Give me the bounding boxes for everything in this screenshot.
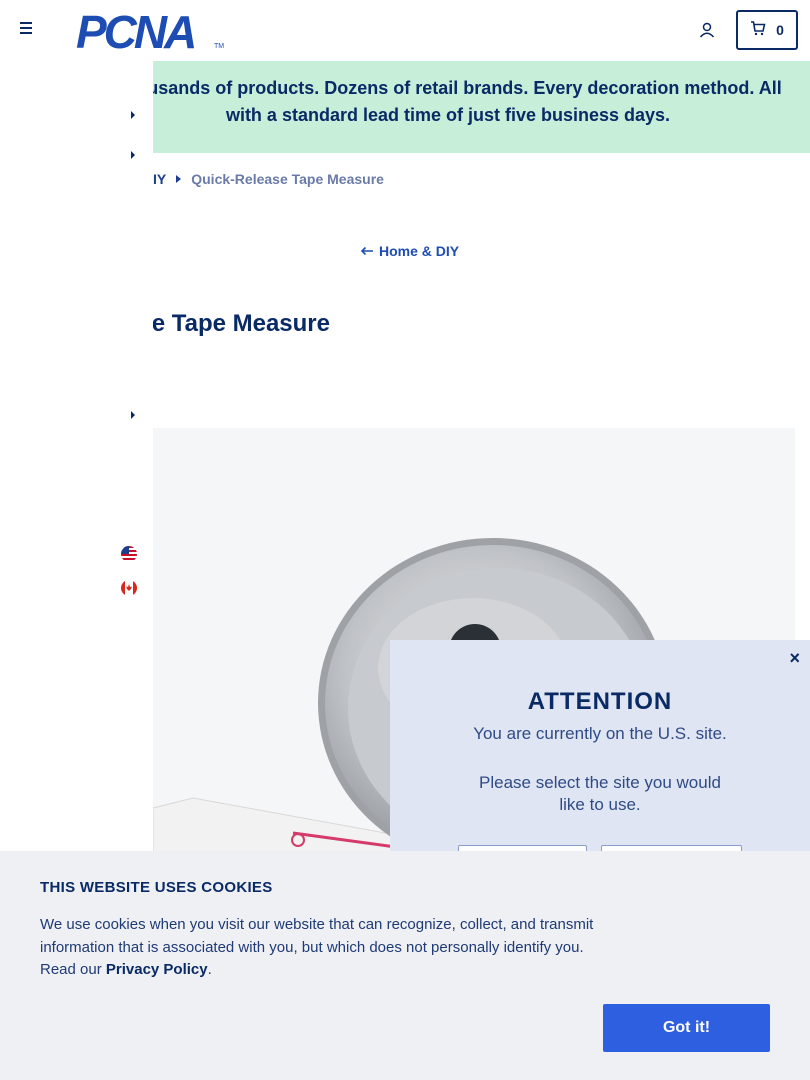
svg-text:TM: TM (214, 43, 224, 50)
cookie-text-end: . (207, 961, 212, 978)
promo-banner: Thousands of products. Dozens of retail … (153, 61, 810, 153)
cart-count: 0 (776, 22, 784, 38)
attention-title: ATTENTION (527, 688, 673, 715)
us-flag-icon[interactable] (121, 546, 137, 562)
cookie-title: THIS WEBSITE USES COOKIES (40, 879, 273, 896)
caret-right-icon[interactable] (129, 407, 137, 419)
caret-right-icon (176, 175, 182, 183)
cookie-banner: THIS WEBSITE USES COOKIES We use cookies… (0, 851, 810, 1080)
product-title: ase Tape Measure (153, 310, 553, 338)
caret-right-icon[interactable] (129, 107, 137, 119)
canada-flag-icon[interactable] (121, 580, 137, 596)
back-link[interactable]: Home & DIY (360, 243, 459, 259)
accept-cookies-button[interactable]: Got it! (603, 1004, 770, 1052)
close-icon[interactable]: × (789, 648, 800, 669)
back-link-label: Home & DIY (379, 243, 460, 259)
product-title-text: ase Tape Measure (153, 310, 330, 337)
caret-right-icon[interactable] (129, 147, 137, 159)
user-icon[interactable] (697, 20, 717, 40)
attention-message: You are currently on the U.S. site. (473, 724, 727, 743)
cookie-text: We use cookies when you visit our websit… (40, 914, 610, 982)
breadcrumb: IY Quick-Release Tape Measure (153, 171, 384, 187)
privacy-policy-link[interactable]: Privacy Policy (106, 961, 208, 978)
cart-icon (750, 20, 766, 41)
site-selector-dialog: × ATTENTION You are currently on the U.S… (390, 640, 810, 885)
cart-button[interactable]: 0 (736, 10, 798, 50)
site-header: PCNA TM 0 (0, 0, 810, 61)
attention-prompt: Please select the site you would like to… (479, 773, 721, 814)
breadcrumb-current: Quick-Release Tape Measure (191, 171, 384, 187)
arrow-left-icon (360, 243, 374, 259)
promo-banner-text: Thousands of products. Dozens of retail … (153, 78, 782, 125)
pcna-logo[interactable]: PCNA TM (76, 6, 226, 58)
menu-icon[interactable] (20, 22, 36, 38)
svg-text:PCNA: PCNA (76, 8, 194, 52)
breadcrumb-parent[interactable]: IY (153, 171, 166, 187)
